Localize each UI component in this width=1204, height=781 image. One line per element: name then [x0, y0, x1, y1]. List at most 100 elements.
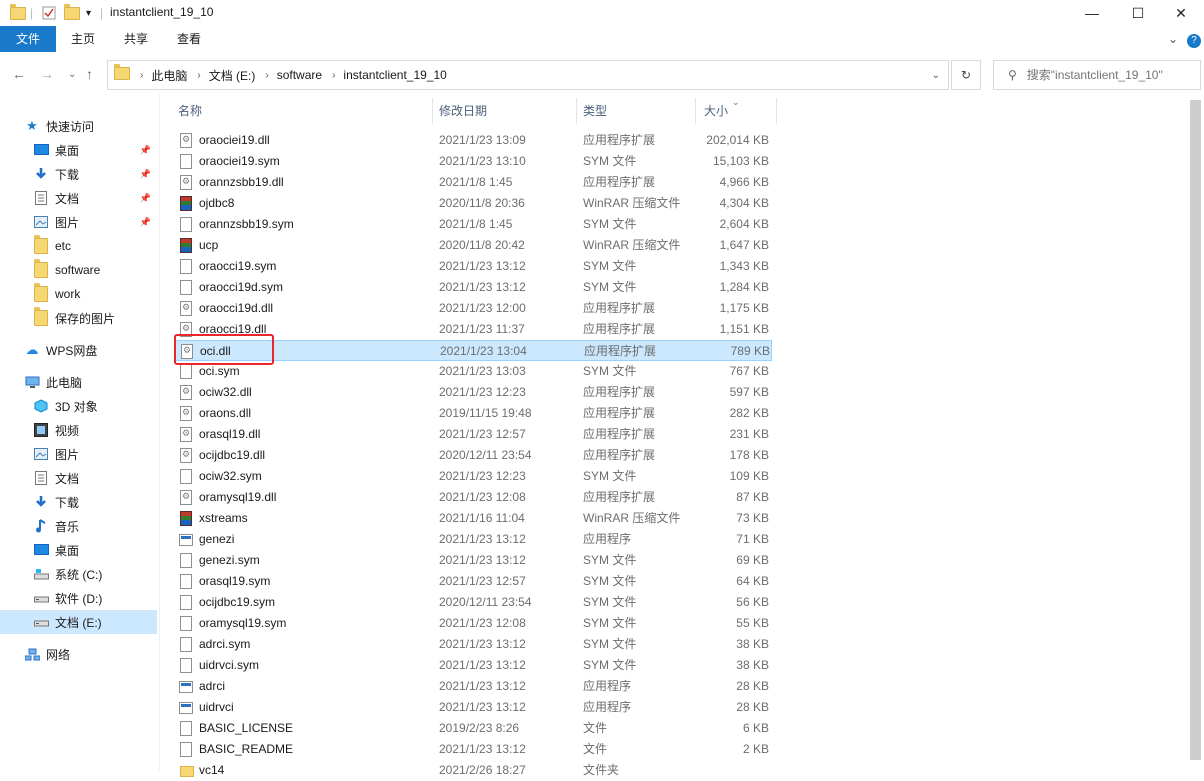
- file-row[interactable]: orannzsbb19.sym 2021/1/8 1:45 SYM 文件 2,604 …: [174, 214, 772, 235]
- file-row[interactable]: oramysql19.sym 2021/1/23 12:08 SYM 文件 55 KB: [174, 613, 772, 634]
- tab-home[interactable]: 主页: [64, 26, 102, 52]
- scrollbar-thumb[interactable]: [1190, 100, 1201, 760]
- sidebar-item-下载[interactable]: 下载 📌: [0, 162, 157, 186]
- sidebar-item-quick-access[interactable]: ★ 快速访问: [0, 114, 157, 138]
- file-row[interactable]: oraocci19.sym 2021/1/23 13:12 SYM 文件 1,343 …: [174, 256, 772, 277]
- sidebar-item-label: 文档: [55, 471, 80, 486]
- chevron-right-icon[interactable]: ›: [332, 70, 335, 81]
- column-divider[interactable]: [776, 98, 777, 124]
- file-name: ociw32.sym: [199, 469, 262, 483]
- sidebar-item-文档[interactable]: 文档: [0, 466, 157, 490]
- chevron-right-icon[interactable]: ›: [140, 70, 143, 81]
- close-button[interactable]: ✕: [1158, 0, 1204, 26]
- tab-share[interactable]: 共享: [117, 26, 155, 52]
- column-divider[interactable]: [576, 98, 577, 124]
- search-box[interactable]: ⚲: [993, 60, 1201, 90]
- sidebar-item-系统-c:[interactable]: 系统 (C:): [0, 562, 157, 586]
- file-type: SYM 文件: [583, 553, 637, 567]
- file-icon: [180, 469, 192, 484]
- file-row[interactable]: BASIC_README 2021/1/23 13:12 文件 2 KB: [174, 739, 772, 760]
- file-row[interactable]: ojdbc8 2020/11/8 20:36 WinRAR 压缩文件 4,304 KB: [174, 193, 772, 214]
- breadcrumb-this-pc[interactable]: 此电脑: [151, 67, 187, 84]
- network-icon: [24, 647, 40, 661]
- breadcrumb-drive-e[interactable]: 文档 (E:): [209, 67, 256, 84]
- file-date: 2021/1/23 13:10: [439, 154, 526, 168]
- recent-locations-icon[interactable]: ⌄: [68, 69, 76, 80]
- sidebar-item-视频[interactable]: 视频: [0, 418, 157, 442]
- file-row[interactable]: ociw32.sym 2021/1/23 12:23 SYM 文件 109 KB: [174, 466, 772, 487]
- sidebar-item-软件-d:[interactable]: 软件 (D:): [0, 586, 157, 610]
- sidebar-item-图片[interactable]: 图片 📌: [0, 210, 157, 234]
- file-size: 15,103 KB: [712, 154, 769, 168]
- expand-ribbon-icon[interactable]: ⌄: [1164, 26, 1182, 52]
- file-row[interactable]: ucp 2020/11/8 20:42 WinRAR 压缩文件 1,647 KB: [174, 235, 772, 256]
- search-input[interactable]: [1024, 67, 1189, 83]
- minimize-button[interactable]: —: [1069, 0, 1115, 26]
- pin-icon[interactable]: 📌: [140, 145, 151, 156]
- sidebar-item-桌面[interactable]: 桌面: [0, 538, 157, 562]
- back-button[interactable]: ←: [12, 66, 26, 82]
- chevron-right-icon[interactable]: ›: [265, 70, 268, 81]
- address-bar[interactable]: › 此电脑 › 文档 (E:) › software › instantclie…: [107, 60, 949, 90]
- pin-icon[interactable]: 📌: [140, 217, 151, 228]
- sidebar-item-桌面[interactable]: 桌面 📌: [0, 138, 157, 162]
- file-row[interactable]: orannzsbb19.dll 2021/1/8 1:45 应用程序扩展 4,966 …: [174, 172, 772, 193]
- sidebar-item-文档-e:[interactable]: 文档 (E:): [0, 610, 157, 634]
- pin-icon[interactable]: 📌: [140, 169, 151, 180]
- file-row[interactable]: BASIC_LICENSE 2019/2/23 8:26 文件 6 KB: [174, 718, 772, 739]
- file-row[interactable]: uidrvci.sym 2021/1/23 13:12 SYM 文件 38 KB: [174, 655, 772, 676]
- column-divider[interactable]: [432, 98, 433, 124]
- sidebar-item-保存的图片[interactable]: 保存的图片: [0, 306, 157, 330]
- file-row[interactable]: oraocci19d.dll 2021/1/23 12:00 应用程序扩展 1,175…: [174, 298, 772, 319]
- up-button[interactable]: ↑: [86, 66, 93, 82]
- pin-icon[interactable]: 📌: [140, 193, 151, 204]
- file-row[interactable]: oraons.dll 2019/11/15 19:48 应用程序扩展 282 KB: [174, 403, 772, 424]
- file-row[interactable]: genezi 2021/1/23 13:12 应用程序 71 KB: [174, 529, 772, 550]
- sidebar-item-图片[interactable]: 图片: [0, 442, 157, 466]
- column-divider[interactable]: [695, 98, 696, 124]
- file-row[interactable]: ocijdbc19.dll 2020/12/11 23:54 应用程序扩展 178 K…: [174, 445, 772, 466]
- sidebar-item-wps[interactable]: ☁ WPS网盘: [0, 338, 157, 362]
- column-type[interactable]: 类型: [583, 98, 607, 124]
- sidebar-item-音乐[interactable]: 音乐: [0, 514, 157, 538]
- file-row[interactable]: orasql19.sym 2021/1/23 12:57 SYM 文件 64 KB: [174, 571, 772, 592]
- sidebar-item-下载[interactable]: 下载: [0, 490, 157, 514]
- sidebar-item-etc[interactable]: etc: [0, 234, 157, 258]
- sidebar-item-software[interactable]: software: [0, 258, 157, 282]
- file-row[interactable]: genezi.sym 2021/1/23 13:12 SYM 文件 69 KB: [174, 550, 772, 571]
- divider: |: [100, 6, 104, 20]
- maximize-button[interactable]: ☐: [1115, 0, 1161, 26]
- chevron-right-icon[interactable]: ›: [197, 70, 200, 81]
- sidebar-item-文档[interactable]: 文档 📌: [0, 186, 157, 210]
- sidebar-item-this-pc[interactable]: 此电脑: [0, 370, 157, 394]
- customize-quick-access-icon[interactable]: ▾: [86, 4, 91, 22]
- breadcrumb-software[interactable]: software: [277, 68, 322, 82]
- file-row[interactable]: ociw32.dll 2021/1/23 12:23 应用程序扩展 597 KB: [174, 382, 772, 403]
- new-folder-icon[interactable]: [64, 3, 80, 22]
- pane-divider[interactable]: [159, 94, 160, 771]
- column-date[interactable]: 修改日期: [439, 98, 487, 124]
- sidebar-item-3d-对象[interactable]: 3D 对象: [0, 394, 157, 418]
- file-row[interactable]: oraociei19.sym 2021/1/23 13:10 SYM 文件 15,10…: [174, 151, 772, 172]
- refresh-button[interactable]: ↻: [951, 60, 981, 90]
- file-row[interactable]: oraociei19.dll 2021/1/23 13:09 应用程序扩展 202,0…: [174, 130, 772, 151]
- tab-file[interactable]: 文件: [0, 26, 56, 52]
- file-row[interactable]: adrci 2021/1/23 13:12 应用程序 28 KB: [174, 676, 772, 697]
- file-row[interactable]: oraocci19d.sym 2021/1/23 13:12 SYM 文件 1,284…: [174, 277, 772, 298]
- chevron-down-icon[interactable]: ⌄: [932, 70, 940, 81]
- breadcrumb-instantclient[interactable]: instantclient_19_10: [343, 68, 446, 82]
- sidebar-item-work[interactable]: work: [0, 282, 157, 306]
- file-row[interactable]: uidrvci 2021/1/23 13:12 应用程序 28 KB: [174, 697, 772, 718]
- help-icon[interactable]: ?: [1186, 26, 1202, 52]
- file-row[interactable]: orasql19.dll 2021/1/23 12:57 应用程序扩展 231 KB: [174, 424, 772, 445]
- file-row[interactable]: xstreams 2021/1/16 11:04 WinRAR 压缩文件 73 KB: [174, 508, 772, 529]
- file-row[interactable]: ocijdbc19.sym 2020/12/11 23:54 SYM 文件 56 KB: [174, 592, 772, 613]
- column-size[interactable]: 大小: [704, 98, 728, 124]
- forward-button[interactable]: →: [40, 66, 54, 82]
- file-row[interactable]: adrci.sym 2021/1/23 13:12 SYM 文件 38 KB: [174, 634, 772, 655]
- sidebar-item-network[interactable]: 网络: [0, 642, 157, 666]
- properties-icon[interactable]: [42, 4, 56, 22]
- tab-view[interactable]: 查看: [170, 26, 208, 52]
- column-name[interactable]: 名称: [178, 98, 202, 124]
- file-row[interactable]: oramysql19.dll 2021/1/23 12:08 应用程序扩展 87 KB: [174, 487, 772, 508]
